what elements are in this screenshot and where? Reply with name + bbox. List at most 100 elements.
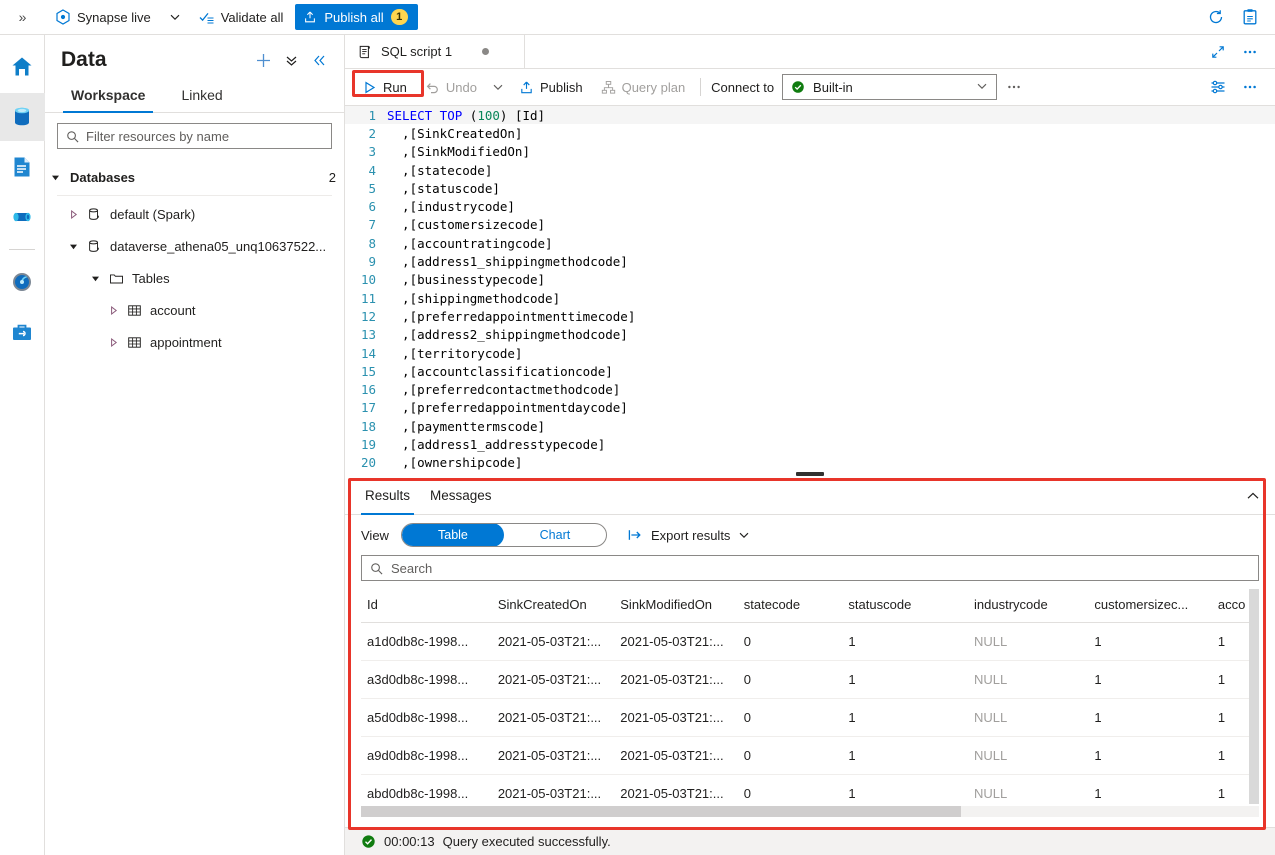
rail-item-integrate[interactable] [0, 193, 45, 241]
tree-item-dataverse-db[interactable]: dataverse_athena05_unq10637522... [45, 230, 344, 262]
view-option-table[interactable]: Table [401, 524, 504, 546]
column-header[interactable]: customersizec... [1088, 589, 1212, 623]
expander-account[interactable] [103, 305, 123, 315]
table-row[interactable]: abd0db8c-1998... 2021-05-03T21:... 2021-05… [361, 774, 1259, 804]
rail-item-monitor[interactable] [0, 258, 45, 306]
column-header[interactable]: SinkModifiedOn [614, 589, 738, 623]
code-line: 16 ,[preferredcontactmethodcode] [345, 380, 1275, 398]
code-text: ,[ownershipcode] [387, 455, 523, 471]
table-icon [123, 335, 145, 350]
synapse-live-dropdown[interactable] [161, 0, 189, 35]
tab-workspace[interactable]: Workspace [53, 81, 163, 113]
filter-box[interactable] [57, 123, 332, 149]
table-cell: 1 [842, 660, 969, 699]
rail-expand-button[interactable]: » [0, 0, 45, 35]
vertical-scroll-thumb[interactable] [1249, 589, 1259, 804]
table-cell: 2021-05-03T21:... [614, 698, 738, 737]
undo-button[interactable]: Undo [416, 73, 486, 101]
tree-item-default-spark[interactable]: default (Spark) [45, 198, 344, 230]
expander-default-spark[interactable] [63, 209, 83, 219]
publish-button[interactable]: Publish [510, 73, 592, 101]
tree-folder-tables[interactable]: Tables [45, 262, 344, 294]
publish-upload-icon [521, 81, 532, 93]
filter-input[interactable] [86, 128, 323, 144]
triangle-down-icon [69, 244, 77, 249]
search-icon [67, 130, 79, 142]
rail-item-home[interactable] [0, 43, 45, 91]
tab-linked[interactable]: Linked [163, 81, 240, 112]
validate-all-button[interactable]: Validate all [189, 0, 294, 35]
table-row[interactable]: a1d0db8c-1998... 2021-05-03T21:... 2021-05… [361, 622, 1259, 661]
column-header[interactable]: Id [361, 589, 492, 623]
chevron-up-icon [1247, 492, 1259, 499]
expander-tables[interactable] [85, 274, 105, 283]
results-tabstrip: Results Messages [345, 477, 1275, 515]
results-horizontal-scrollbar[interactable] [361, 806, 1259, 817]
table-cell: 2021-05-03T21:... [491, 660, 615, 699]
line-number: 7 [368, 217, 376, 233]
tab-sql-script-1[interactable]: SQL script 1 [345, 34, 525, 69]
code-line: 3 ,[SinkModifiedOn] [345, 143, 1275, 161]
table-cell: NULL [968, 660, 1089, 699]
query-plan-button[interactable]: Query plan [592, 73, 695, 101]
collapse-results-button[interactable] [1245, 488, 1275, 504]
column-header[interactable]: industrycode [968, 589, 1089, 623]
editor-area: SQL script 1 Run Undo Publish Query plan… [345, 34, 1275, 827]
tab-messages[interactable]: Messages [420, 477, 502, 515]
results-search-input[interactable] [391, 560, 1250, 576]
code-text: ,[customersizecode] [387, 217, 546, 233]
table-cell: 1 [1088, 622, 1212, 661]
collapse-all-button[interactable] [278, 47, 304, 73]
view-option-chart[interactable]: Chart [504, 524, 606, 546]
add-resource-button[interactable] [250, 47, 276, 73]
editor-more-button[interactable] [1235, 37, 1265, 67]
run-button[interactable]: Run [353, 73, 416, 101]
synapse-live-selector[interactable]: Synapse live [45, 0, 161, 35]
chevron-double-right-icon: » [18, 9, 27, 25]
status-duration: 00:00:13 [384, 834, 435, 849]
export-results-button[interactable]: Export results [619, 521, 758, 549]
run-label: Run [383, 79, 407, 95]
tree-folder-label: Tables [132, 270, 170, 286]
validate-icon [199, 12, 214, 24]
table-row[interactable]: a3d0db8c-1998... 2021-05-03T21:... 2021-05… [361, 660, 1259, 699]
publish-all-button[interactable]: Publish all 1 [295, 4, 418, 30]
expander-databases[interactable] [45, 173, 65, 182]
results-search-box[interactable] [361, 555, 1259, 581]
tab-results[interactable]: Results [355, 477, 420, 515]
editor-overflow-button[interactable] [1235, 72, 1265, 102]
table-cell: NULL [968, 736, 1089, 775]
tree-table-appointment[interactable]: appointment [45, 326, 344, 358]
collapse-panel-button[interactable] [306, 47, 332, 73]
connection-more-button[interactable] [997, 73, 1031, 101]
connection-dropdown[interactable]: Built-in [782, 74, 998, 100]
expander-appointment[interactable] [103, 337, 123, 347]
tree-item-label: dataverse_athena05_unq10637522... [110, 238, 327, 254]
line-number: 9 [368, 254, 376, 270]
code-text: ,[statuscode] [387, 180, 500, 196]
expand-editor-button[interactable] [1203, 37, 1233, 67]
undo-dropdown[interactable] [486, 73, 510, 101]
rail-item-develop[interactable] [0, 143, 45, 191]
column-header[interactable]: statuscode [842, 589, 969, 623]
tree-group-databases[interactable]: Databases 2 [45, 161, 344, 193]
refresh-button[interactable] [1201, 2, 1231, 32]
results-vertical-scrollbar[interactable] [1249, 589, 1259, 804]
rail-divider [9, 249, 35, 250]
table-row[interactable]: a9d0db8c-1998... 2021-05-03T21:... 2021-05… [361, 736, 1259, 775]
code-text: ,[territorycode] [387, 345, 523, 361]
rail-item-manage[interactable] [0, 308, 45, 356]
sql-code-editor[interactable]: 1 SELECT TOP (100) [Id] 2 ,[SinkCreatedOn]… [345, 106, 1275, 471]
table-row[interactable]: a5d0db8c-1998... 2021-05-03T21:... 2021-05… [361, 698, 1259, 737]
feedback-button[interactable] [1235, 2, 1265, 32]
view-toggle[interactable]: Table Chart [400, 523, 607, 547]
line-number: 4 [368, 162, 376, 178]
rail-item-data[interactable] [0, 93, 45, 141]
expander-dataverse-db[interactable] [63, 242, 83, 251]
tree-table-account[interactable]: account [45, 294, 344, 326]
column-header[interactable]: SinkCreatedOn [491, 589, 615, 623]
editor-settings-button[interactable] [1203, 72, 1233, 102]
horizontal-scroll-thumb[interactable] [361, 806, 961, 817]
column-header[interactable]: statecode [737, 589, 843, 623]
results-grid-scroll[interactable]: Id SinkCreatedOn SinkModifiedOn statecode st… [361, 589, 1259, 804]
